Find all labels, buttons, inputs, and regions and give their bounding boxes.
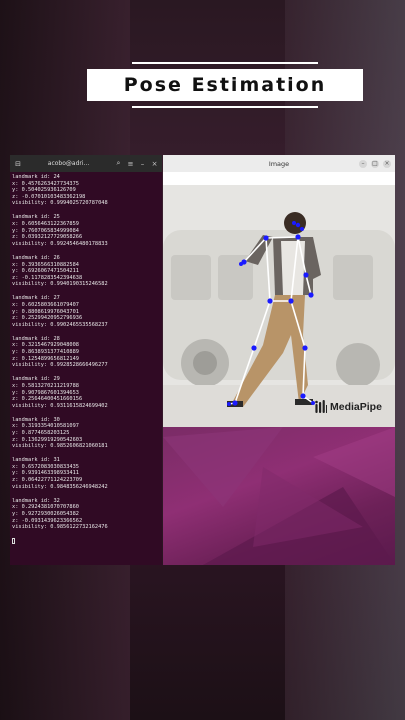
close-icon[interactable]: ×	[383, 159, 391, 168]
landmark-z-line: z: -0.0931439623366562	[12, 517, 83, 524]
landmark-entry: landmark id: 29 x: 0.5813270211219788 y: 0…	[12, 376, 160, 409]
terminal-title: acobo@adri...	[47, 160, 90, 167]
landmark-y-line: y: 0.8774658203125	[12, 430, 70, 436]
landmark-y-line: y: 0.9079867601394653	[12, 389, 79, 396]
terminal-output[interactable]: landmark id: 24 x: 0.4576263427734375 y: 0…	[10, 172, 162, 549]
landmark-y-line: y: 0.504025936126709	[12, 187, 76, 194]
landmark-x-line: x: 0.3936566310882584	[12, 261, 79, 268]
terminal-window[interactable]: ⊟ acobo@adri... ⌕ ≡ – × landmark id: 24 x…	[10, 155, 162, 565]
landmark-label-line: landmark id: 32	[12, 497, 60, 504]
landmark-entry: landmark id: 32 x: 0.2924381070707860 y: 0…	[12, 498, 160, 531]
landmark-visibility-line: visibility: 0.9902465535568237	[12, 321, 108, 328]
minimize-icon[interactable]: –	[138, 159, 147, 168]
title-box: Pose Estimation	[87, 69, 363, 101]
landmark-x-line: x: 0.6056463122367859	[12, 221, 79, 228]
landmark-z-line: z: 0.06422771124223709	[12, 477, 83, 484]
close-icon[interactable]: ×	[150, 159, 159, 168]
image-window[interactable]: Image – □ × MediaPipe	[163, 155, 395, 427]
landmark-label-line: landmark id: 30	[12, 416, 60, 423]
landmark-y-line: y: 0.8808619976043701	[12, 308, 79, 315]
landmark-visibility-line: visibility: 0.9856122732162476	[12, 524, 108, 531]
desktop-wallpaper	[163, 427, 395, 565]
landmark-z-line: z: -0.07010103483362198	[12, 193, 86, 200]
landmark-z-line: z: 0.03932127729058266	[12, 234, 83, 241]
title-bottom-rule	[132, 106, 318, 108]
mediapipe-logo-text: MediaPipe	[330, 400, 382, 413]
landmark-visibility-line: visibility: 0.9994025720787048	[12, 200, 108, 207]
terminal-cursor	[12, 538, 15, 545]
landmark-x-line: x: 0.6572083030833435	[12, 463, 79, 470]
landmark-visibility-line: visibility: 0.9924546480178833	[12, 240, 108, 247]
image-titlebar[interactable]: Image – □ ×	[163, 155, 395, 172]
landmark-y-line: y: 0.7607065834999084	[12, 227, 79, 234]
landmark-x-line: x: 0.5813270211219788	[12, 382, 79, 389]
landmark-entry: landmark id: 30 x: 0.3193354010581097 y: 0…	[12, 417, 160, 450]
title-top-rule	[132, 62, 318, 64]
landmark-visibility-line: visibility: 0.9311615824699402	[12, 402, 108, 409]
maximize-icon[interactable]: □	[371, 159, 379, 168]
landmark-label-line: landmark id: 28	[12, 335, 60, 342]
landmark-z-line: z: 0.1254899656812149	[12, 355, 79, 362]
landmark-z-line: z: -0.1178283542394638	[12, 274, 83, 281]
landmark-z-line: z: 0.25299420952796936	[12, 315, 83, 322]
landmark-y-line: y: 0.9272930026054382	[12, 510, 79, 517]
landmark-x-line: x: 0.6025803661079407	[12, 302, 79, 308]
landmark-entry: landmark id: 26 x: 0.3936566310882584 y: 0…	[12, 255, 160, 288]
landmark-y-line: y: 0.8638931377410889	[12, 349, 79, 356]
landmark-visibility-line: visibility: 0.9852606821060181	[12, 443, 108, 450]
landmark-entry: landmark id: 28 x: 0.3215467929048008 y: 0…	[12, 336, 160, 369]
landmark-label-line: landmark id: 31	[12, 457, 60, 464]
pose-image	[163, 185, 395, 427]
mediapipe-logo: MediaPipe	[315, 400, 382, 413]
minimize-icon[interactable]: –	[359, 159, 367, 168]
video-title-banner: Pose Estimation	[87, 62, 363, 108]
landmark-label-line: landmark id: 25	[12, 214, 60, 221]
landmark-visibility-line: visibility: 0.9848356246948242	[12, 483, 108, 490]
landmark-x-line: x: 0.2924381070707860	[12, 504, 79, 511]
landmark-x-line: x: 0.3193354010581097	[12, 423, 79, 430]
landmark-label-line: landmark id: 24	[12, 174, 60, 180]
landmark-label-line: landmark id: 27	[12, 295, 60, 302]
landmark-visibility-line: visibility: 0.9940190315246582	[12, 281, 108, 288]
landmark-entry: landmark id: 27 x: 0.6025803661079407 y: 0…	[12, 295, 160, 328]
landmark-x-line: x: 0.3215467929048008	[12, 342, 79, 349]
mediapipe-logo-icon	[315, 400, 327, 413]
landmark-y-line: y: 0.6926067471504211	[12, 268, 79, 275]
landmark-z-line: z: 0.13629919290542603	[12, 436, 83, 443]
search-icon[interactable]: ⌕	[114, 159, 123, 168]
landmark-entry: landmark id: 24 x: 0.4576263427734375 y: 0…	[12, 174, 160, 207]
terminal-titlebar[interactable]: ⊟ acobo@adri... ⌕ ≡ – ×	[10, 155, 162, 172]
landmark-y-line: y: 0.9391463398933411	[12, 470, 79, 477]
landmark-entry: landmark id: 31 x: 0.6572083030833435 y: 0…	[12, 457, 160, 490]
menu-icon[interactable]: ≡	[126, 159, 135, 168]
landmark-x-line: x: 0.4576263427734375	[12, 180, 79, 187]
wallpaper-shapes	[163, 427, 395, 565]
landmark-visibility-line: visibility: 0.9928528666496277	[12, 362, 108, 369]
landmark-label-line: landmark id: 26	[12, 254, 60, 261]
pose-scene	[163, 185, 395, 427]
title-text: Pose Estimation	[123, 74, 327, 96]
landmark-entry: landmark id: 25 x: 0.6056463122367859 y: 0…	[12, 214, 160, 247]
landmark-z-line: z: 0.25646400451660156	[12, 396, 83, 403]
landmark-label-line: landmark id: 29	[12, 376, 60, 383]
terminal-icon[interactable]: ⊟	[13, 159, 23, 169]
